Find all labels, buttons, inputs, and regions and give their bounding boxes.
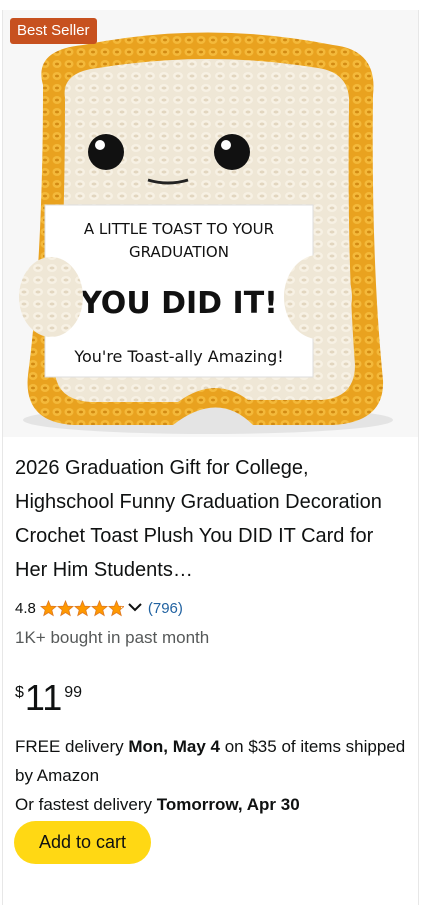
price-symbol: $ [15, 684, 24, 701]
delivery-info: FREE delivery Mon, May 4 on $35 of items… [15, 732, 415, 819]
star-icon [39, 599, 57, 616]
star-rating-icon[interactable] [39, 599, 124, 617]
rating-value: 4.8 [15, 599, 36, 617]
price: $ 11 99 [15, 678, 82, 718]
card-text-line2: GRADUATION [129, 243, 229, 261]
fastest-delivery-date: Tomorrow, Apr 30 [156, 795, 300, 814]
add-to-cart-button[interactable]: Add to cart [14, 821, 151, 864]
product-card[interactable]: A LITTLE TOAST TO YOUR GRADUATION YOU DI… [2, 10, 419, 905]
rating-count-link[interactable]: (796) [148, 600, 183, 617]
star-icon [90, 599, 108, 616]
rating-row[interactable]: 4.8 (796) [15, 597, 183, 619]
card-text-line1: A LITTLE TOAST TO YOUR [84, 220, 274, 238]
card-text-line4: You're Toast-ally Amazing! [73, 347, 283, 366]
product-image[interactable]: A LITTLE TOAST TO YOUR GRADUATION YOU DI… [3, 10, 418, 437]
star-icon [73, 599, 91, 616]
star-icon [56, 599, 74, 616]
card-text-line3: YOU DID IT! [79, 286, 278, 321]
product-title[interactable]: 2026 Graduation Gift for College, Highsc… [15, 451, 410, 587]
bought-in-past-month: 1K+ bought in past month [15, 628, 210, 647]
delivery-line-fastest: Or fastest delivery Tomorrow, Apr 30 [15, 795, 300, 814]
best-seller-badge: Best Seller [10, 18, 97, 44]
star-icon [107, 599, 124, 616]
stars-svg [39, 599, 124, 616]
price-whole: 11 [24, 677, 63, 718]
delivery-line-free: FREE delivery Mon, May 4 on $35 of items… [15, 737, 406, 785]
price-fraction: 99 [64, 684, 83, 701]
chevron-down-icon[interactable] [127, 600, 143, 617]
free-delivery-date: Mon, May 4 [128, 737, 220, 756]
toast-plush-image: A LITTLE TOAST TO YOUR GRADUATION YOU DI… [3, 10, 418, 437]
